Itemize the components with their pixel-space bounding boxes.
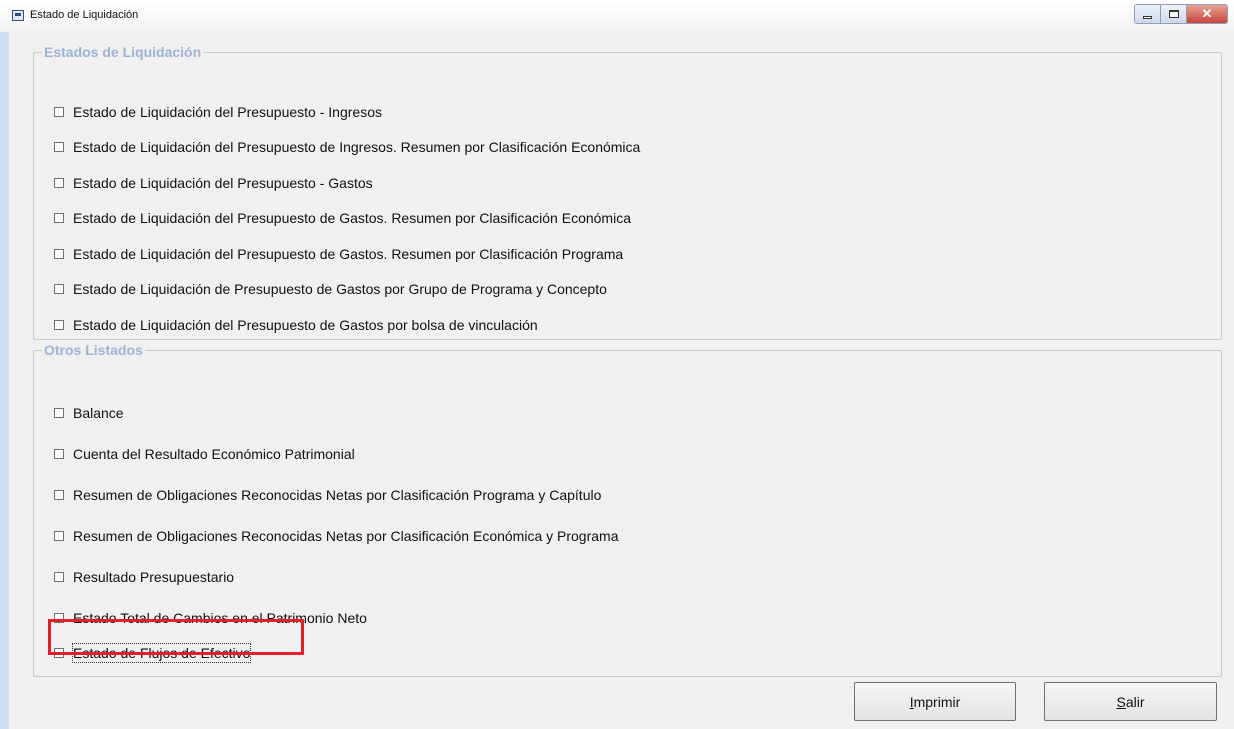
checkbox-liquidacion-gastos-resumen-programa[interactable]: Estado de Liquidación del Presupuesto de…: [54, 242, 623, 266]
checkbox-box[interactable]: [54, 107, 64, 117]
checkbox-liquidacion-gastos-bolsa-vinculacion[interactable]: Estado de Liquidación del Presupuesto de…: [54, 313, 538, 337]
minimize-button[interactable]: [1135, 5, 1161, 23]
checkbox-cuenta-resultado-economico[interactable]: Cuenta del Resultado Económico Patrimoni…: [54, 442, 355, 466]
imprimir-button[interactable]: Imprimir: [854, 682, 1016, 721]
checkbox-label: Estado de Liquidación del Presupuesto de…: [73, 317, 538, 333]
checkbox-liquidacion-gastos[interactable]: Estado de Liquidación del Presupuesto - …: [54, 171, 373, 195]
window-title: Estado de Liquidación: [30, 9, 139, 21]
checkbox-label: Estado Total de Cambios en el Patrimonio…: [73, 610, 367, 626]
checkbox-label: Estado de Liquidación del Presupuesto de…: [73, 210, 631, 226]
title-bar[interactable]: Estado de Liquidación ✕: [0, 0, 1234, 32]
checkbox-label: Estado de Liquidación del Presupuesto de…: [73, 139, 641, 155]
imprimir-label: mprimir: [913, 693, 961, 710]
checkbox-box[interactable]: [54, 648, 64, 658]
checkbox-box[interactable]: [54, 449, 64, 459]
close-button[interactable]: ✕: [1187, 5, 1227, 23]
salir-label: alir: [1125, 693, 1145, 710]
minimize-icon: [1143, 15, 1152, 19]
checkbox-box[interactable]: [54, 284, 64, 294]
dialog-body: Estados de Liquidación Estado de Liquida…: [9, 32, 1234, 729]
maximize-button[interactable]: [1161, 5, 1187, 23]
checkbox-resultado-presupuestario[interactable]: Resultado Presupuestario: [54, 565, 234, 589]
checkbox-label: Resultado Presupuestario: [73, 569, 235, 585]
checkbox-label: Estado de Liquidación del Presupuesto - …: [73, 175, 373, 191]
checkbox-flujos-efectivo[interactable]: Estado de Flujos de Efectivo: [54, 641, 252, 665]
maximize-icon: [1168, 10, 1179, 18]
checkbox-box[interactable]: [54, 613, 64, 623]
checkbox-label: Estado de Flujos de Efectivo: [71, 643, 252, 663]
checkbox-liquidacion-ingresos[interactable]: Estado de Liquidación del Presupuesto - …: [54, 100, 382, 124]
checkbox-label: Estado de Liquidación del Presupuesto - …: [73, 104, 382, 120]
checkbox-label: Estado de Liquidación de Presupuesto de …: [73, 281, 607, 297]
checkbox-resumen-orn-economica-programa[interactable]: Resumen de Obligaciones Reconocidas Neta…: [54, 524, 619, 548]
salir-accelerator: S: [1116, 693, 1126, 710]
checkbox-box[interactable]: [54, 178, 64, 188]
checkbox-label: Balance: [73, 405, 124, 421]
checkbox-cambios-patrimonio-neto[interactable]: Estado Total de Cambios en el Patrimonio…: [54, 606, 367, 630]
group-otros-listados: Otros Listados Balance Cuenta del Result…: [33, 342, 1222, 677]
checkbox-label: Resumen de Obligaciones Reconocidas Neta…: [73, 528, 619, 544]
group-estados-liquidacion: Estados de Liquidación Estado de Liquida…: [33, 44, 1222, 340]
checkbox-box[interactable]: [54, 213, 64, 223]
salir-button[interactable]: Salir: [1044, 682, 1217, 721]
group-estados-liquidacion-legend: Estados de Liquidación: [44, 44, 202, 60]
checkbox-liquidacion-gastos-grupo-programa[interactable]: Estado de Liquidación de Presupuesto de …: [54, 277, 607, 301]
checkbox-box[interactable]: [54, 249, 64, 259]
checkbox-box[interactable]: [54, 408, 64, 418]
checkbox-liquidacion-gastos-resumen-economica[interactable]: Estado de Liquidación del Presupuesto de…: [54, 206, 631, 230]
checkbox-box[interactable]: [54, 320, 64, 330]
checkbox-box[interactable]: [54, 490, 64, 500]
checkbox-label: Resumen de Obligaciones Reconocidas Neta…: [73, 487, 602, 503]
checkbox-label: Estado de Liquidación del Presupuesto de…: [73, 246, 624, 262]
close-icon: ✕: [1201, 6, 1213, 21]
checkbox-box[interactable]: [54, 531, 64, 541]
checkbox-label: Cuenta del Resultado Económico Patrimoni…: [73, 446, 355, 462]
checkbox-liquidacion-ingresos-resumen-economica[interactable]: Estado de Liquidación del Presupuesto de…: [54, 135, 640, 159]
group-otros-listados-legend: Otros Listados: [44, 342, 143, 358]
checkbox-box[interactable]: [54, 572, 64, 582]
app-icon: [12, 10, 24, 21]
checkbox-balance[interactable]: Balance: [54, 401, 124, 425]
checkbox-box[interactable]: [54, 142, 64, 152]
checkbox-resumen-orn-programa-capitulo[interactable]: Resumen de Obligaciones Reconocidas Neta…: [54, 483, 601, 507]
window-controls: ✕: [1134, 4, 1228, 24]
window-left-border: [0, 32, 9, 729]
